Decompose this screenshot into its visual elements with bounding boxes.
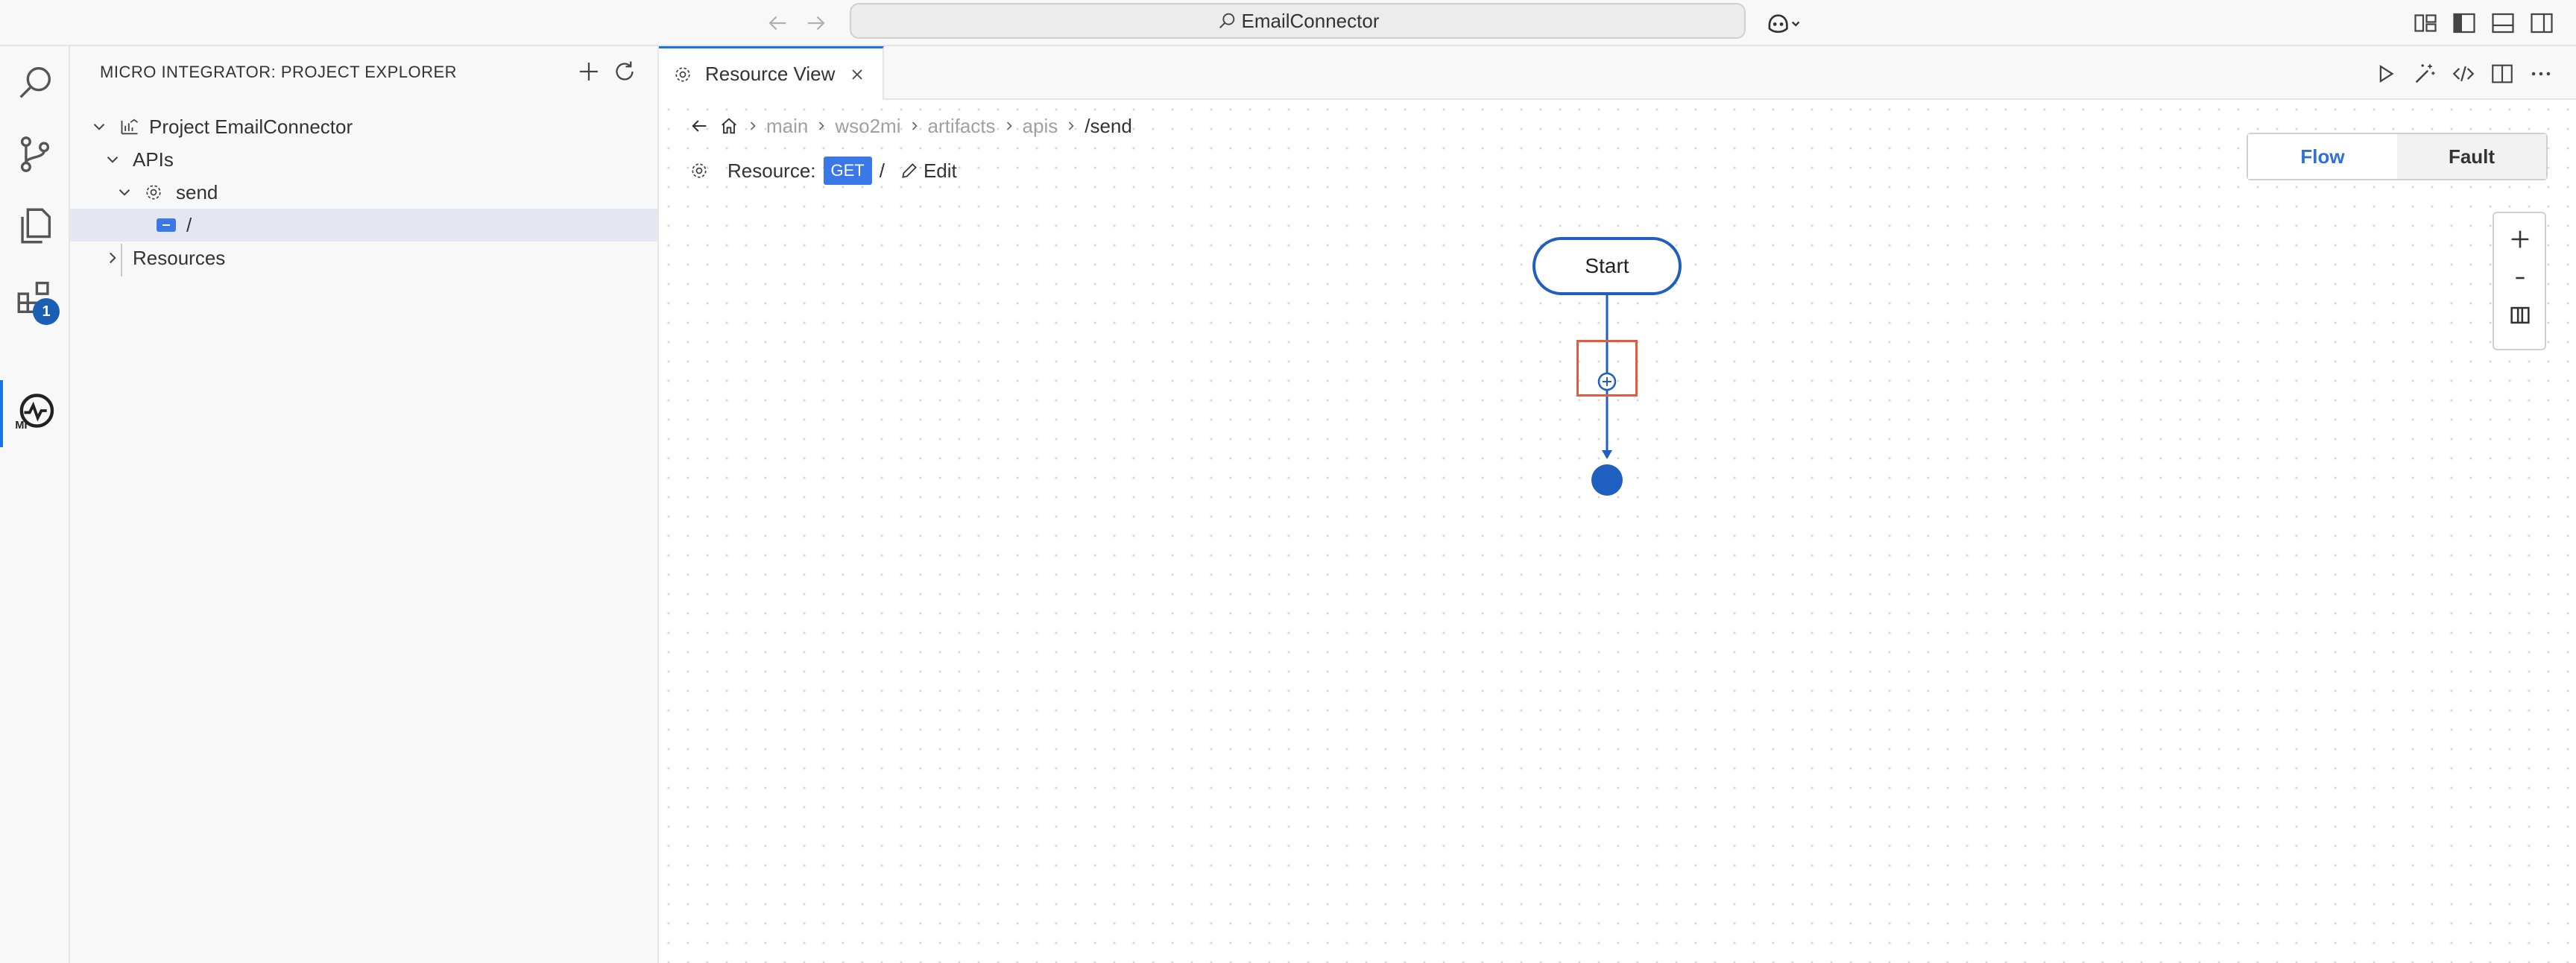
magic-wand-icon[interactable] bbox=[2412, 61, 2437, 86]
project-explorer-sidebar: MICRO INTEGRATOR: PROJECT EXPLORER Proje… bbox=[70, 46, 659, 963]
resources-label: Resources bbox=[133, 246, 226, 269]
copilot-icon[interactable] bbox=[1765, 10, 1802, 37]
search-icon[interactable] bbox=[13, 61, 57, 104]
sidebar-title: MICRO INTEGRATOR: PROJECT EXPLORER bbox=[100, 63, 458, 81]
resource-root-label: / bbox=[186, 213, 192, 236]
chevron-right-icon bbox=[1069, 121, 1074, 130]
tree-item-resources[interactable]: Resources bbox=[70, 241, 657, 274]
search-text: EmailConnector bbox=[1241, 9, 1380, 32]
toggle-primary-sidebar-icon[interactable] bbox=[2451, 10, 2478, 37]
get-resource-icon bbox=[157, 218, 176, 232]
breadcrumb-item[interactable]: main bbox=[766, 115, 808, 138]
toggle-panel-icon[interactable] bbox=[2490, 10, 2516, 37]
chevron-down-icon bbox=[107, 157, 119, 163]
resource-header: Resource: GET / Edit bbox=[689, 152, 957, 189]
add-icon[interactable] bbox=[575, 58, 602, 85]
end-node bbox=[1591, 464, 1623, 496]
svg-text:MI: MI bbox=[15, 420, 27, 432]
forward-arrow-icon[interactable] bbox=[804, 10, 829, 36]
start-node[interactable]: Start bbox=[1532, 237, 1682, 295]
customize-layout-icon[interactable] bbox=[2412, 10, 2439, 37]
fit-to-screen-icon[interactable] bbox=[2507, 303, 2533, 328]
apis-label: APIs bbox=[133, 148, 174, 171]
project-label: Project EmailConnector bbox=[149, 115, 353, 138]
source-control-icon[interactable] bbox=[13, 133, 57, 176]
add-mediator-button[interactable] bbox=[1576, 340, 1638, 397]
chevron-down-icon bbox=[119, 189, 130, 196]
active-indicator bbox=[0, 380, 3, 447]
resource-label: Resource: bbox=[727, 159, 816, 182]
project-icon bbox=[121, 119, 138, 135]
zoom-in-icon[interactable] bbox=[2507, 227, 2533, 252]
command-center-search[interactable]: EmailConnector bbox=[850, 3, 1746, 39]
zoom-controls bbox=[2493, 212, 2546, 350]
extensions-badge: 1 bbox=[33, 298, 60, 325]
pencil-icon[interactable] bbox=[900, 161, 919, 180]
title-bar: EmailConnector bbox=[0, 0, 2576, 46]
code-icon[interactable] bbox=[2451, 61, 2476, 86]
explorer-files-icon[interactable] bbox=[13, 204, 57, 247]
chevron-right-icon bbox=[912, 121, 918, 130]
tab-bar: Resource View bbox=[659, 46, 2576, 100]
micro-integrator-icon[interactable]: MI bbox=[13, 389, 57, 432]
more-actions-icon[interactable] bbox=[2528, 61, 2554, 86]
api-send-label: send bbox=[176, 180, 218, 203]
run-icon[interactable] bbox=[2373, 61, 2399, 86]
refresh-icon[interactable] bbox=[611, 58, 638, 85]
back-arrow-icon[interactable] bbox=[689, 116, 710, 136]
chevron-right-icon bbox=[819, 121, 825, 130]
edit-button[interactable]: Edit bbox=[924, 160, 957, 183]
method-badge: GET bbox=[823, 157, 872, 185]
split-editor-icon[interactable] bbox=[2490, 61, 2515, 86]
breadcrumb-item[interactable]: artifacts bbox=[928, 115, 996, 138]
tab-resource-view[interactable]: Resource View bbox=[659, 46, 884, 100]
tree-item-apis[interactable]: APIs bbox=[70, 143, 657, 176]
tree-item-project[interactable]: Project EmailConnector bbox=[70, 110, 657, 143]
tab-label: Resource View bbox=[705, 63, 836, 85]
activity-bar: 1 MI bbox=[0, 46, 70, 963]
chevron-down-icon bbox=[93, 124, 105, 130]
editor-area: Resource View main wso2mi artifacts apis… bbox=[659, 46, 2576, 963]
fault-tab[interactable]: Fault bbox=[2397, 134, 2546, 179]
chevron-right-icon bbox=[110, 252, 116, 264]
api-gear-icon bbox=[675, 66, 690, 82]
tree-item-resource-root[interactable]: / bbox=[70, 209, 657, 241]
breadcrumb-item[interactable]: apis bbox=[1023, 115, 1058, 138]
tree-item-api-send[interactable]: send bbox=[70, 176, 657, 209]
home-icon[interactable] bbox=[719, 116, 739, 136]
flow-tab[interactable]: Flow bbox=[2248, 134, 2397, 179]
back-arrow-icon[interactable] bbox=[765, 10, 790, 36]
api-gear-icon bbox=[692, 163, 707, 178]
flow-connector bbox=[1591, 295, 1623, 496]
close-icon[interactable] bbox=[848, 66, 866, 83]
search-icon bbox=[1219, 13, 1234, 28]
breadcrumb-item[interactable]: wso2mi bbox=[835, 115, 900, 138]
chevron-right-icon bbox=[1006, 121, 1012, 130]
view-toggle: Flow Fault bbox=[2247, 133, 2548, 180]
resource-path: / bbox=[879, 159, 885, 182]
breadcrumb-current: /send bbox=[1085, 114, 1132, 137]
toggle-secondary-sidebar-icon[interactable] bbox=[2528, 10, 2555, 37]
api-gear-icon bbox=[146, 185, 161, 200]
diagram-canvas[interactable]: main wso2mi artifacts apis /send Resourc… bbox=[659, 100, 2576, 963]
chevron-right-icon bbox=[750, 121, 756, 130]
breadcrumb: main wso2mi artifacts apis /send bbox=[689, 100, 1132, 152]
zoom-out-icon[interactable] bbox=[2507, 265, 2533, 291]
